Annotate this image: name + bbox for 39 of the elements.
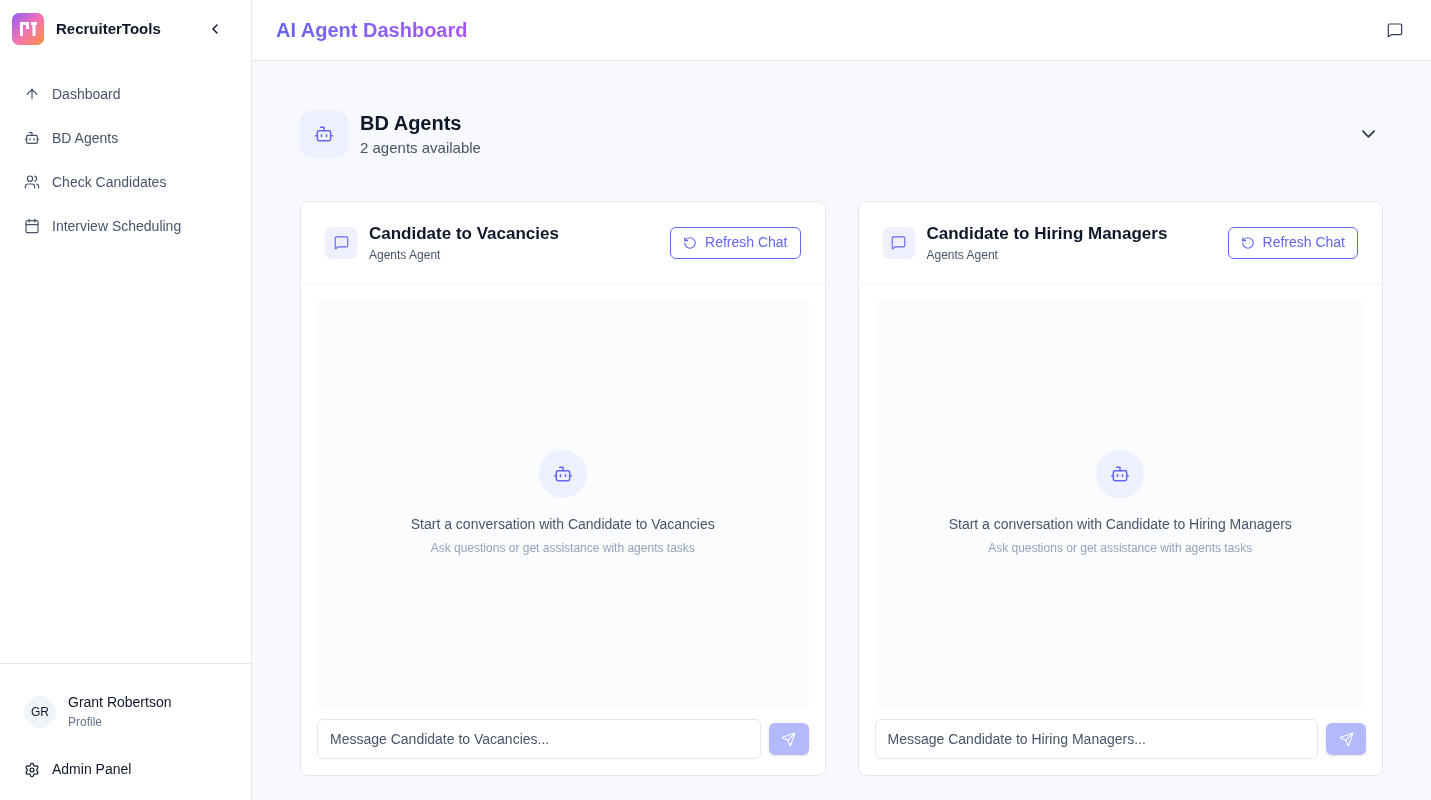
- settings-icon: [24, 761, 40, 778]
- nav-item[interactable]: Dashboard: [12, 74, 239, 114]
- message-input[interactable]: Message Candidate to Vacancies...: [317, 719, 761, 759]
- section-subtitle: 2 agents available: [360, 137, 481, 158]
- robot-icon: [1110, 464, 1131, 484]
- robot-icon: [552, 464, 573, 484]
- nav-icon: [24, 130, 40, 146]
- nav-item[interactable]: Check Candidates: [12, 162, 239, 202]
- section-title: BD Agents: [360, 110, 463, 136]
- logo-icon: [12, 13, 44, 45]
- refresh-icon: [683, 235, 697, 250]
- nav-icon: [24, 174, 40, 190]
- chat-bubble-icon: [1387, 21, 1403, 38]
- nav-icon: [24, 86, 40, 102]
- nav-icon: [24, 218, 40, 234]
- agent-name: Candidate to Hiring Managers: [926, 222, 1168, 245]
- chat-bubble-icon: [891, 235, 906, 250]
- chevron-down-icon: [1362, 129, 1375, 138]
- nav-item[interactable]: BD Agents: [12, 118, 239, 158]
- admin-panel-link[interactable]: Admin Panel: [24, 751, 227, 788]
- brand-name: RecruiterTools: [56, 18, 161, 39]
- send-icon: [1338, 731, 1354, 747]
- agent-type: Agents Agent: [926, 247, 999, 265]
- empty-chat-hint: Ask questions or get assistance with agents tasks: [988, 540, 1253, 557]
- chat-bubble-icon: [333, 235, 349, 250]
- user-name: Grant Robertson: [68, 693, 172, 712]
- message-input[interactable]: Message Candidate to Hiring Managers...: [874, 719, 1318, 759]
- empty-chat-hint: Ask questions or get assistance with agents tasks: [430, 540, 695, 557]
- agent-name: Candidate to Vacancies: [369, 222, 559, 245]
- nav-item[interactable]: Interview Scheduling: [12, 206, 239, 246]
- empty-chat-title: Start a conversation with Candidate to Hiring Managers: [948, 515, 1292, 534]
- refresh-chat-button[interactable]: Refresh Chat: [670, 226, 801, 259]
- user-avatar: GR: [24, 695, 56, 728]
- refresh-icon: [1240, 235, 1255, 250]
- empty-chat-title: Start a conversation with Candidate to Vacancies: [410, 515, 715, 534]
- profile-link[interactable]: Profile: [68, 713, 172, 731]
- refresh-chat-button[interactable]: Refresh Chat: [1227, 226, 1358, 259]
- send-icon: [781, 731, 796, 747]
- agent-type: Agents Agent: [369, 247, 442, 265]
